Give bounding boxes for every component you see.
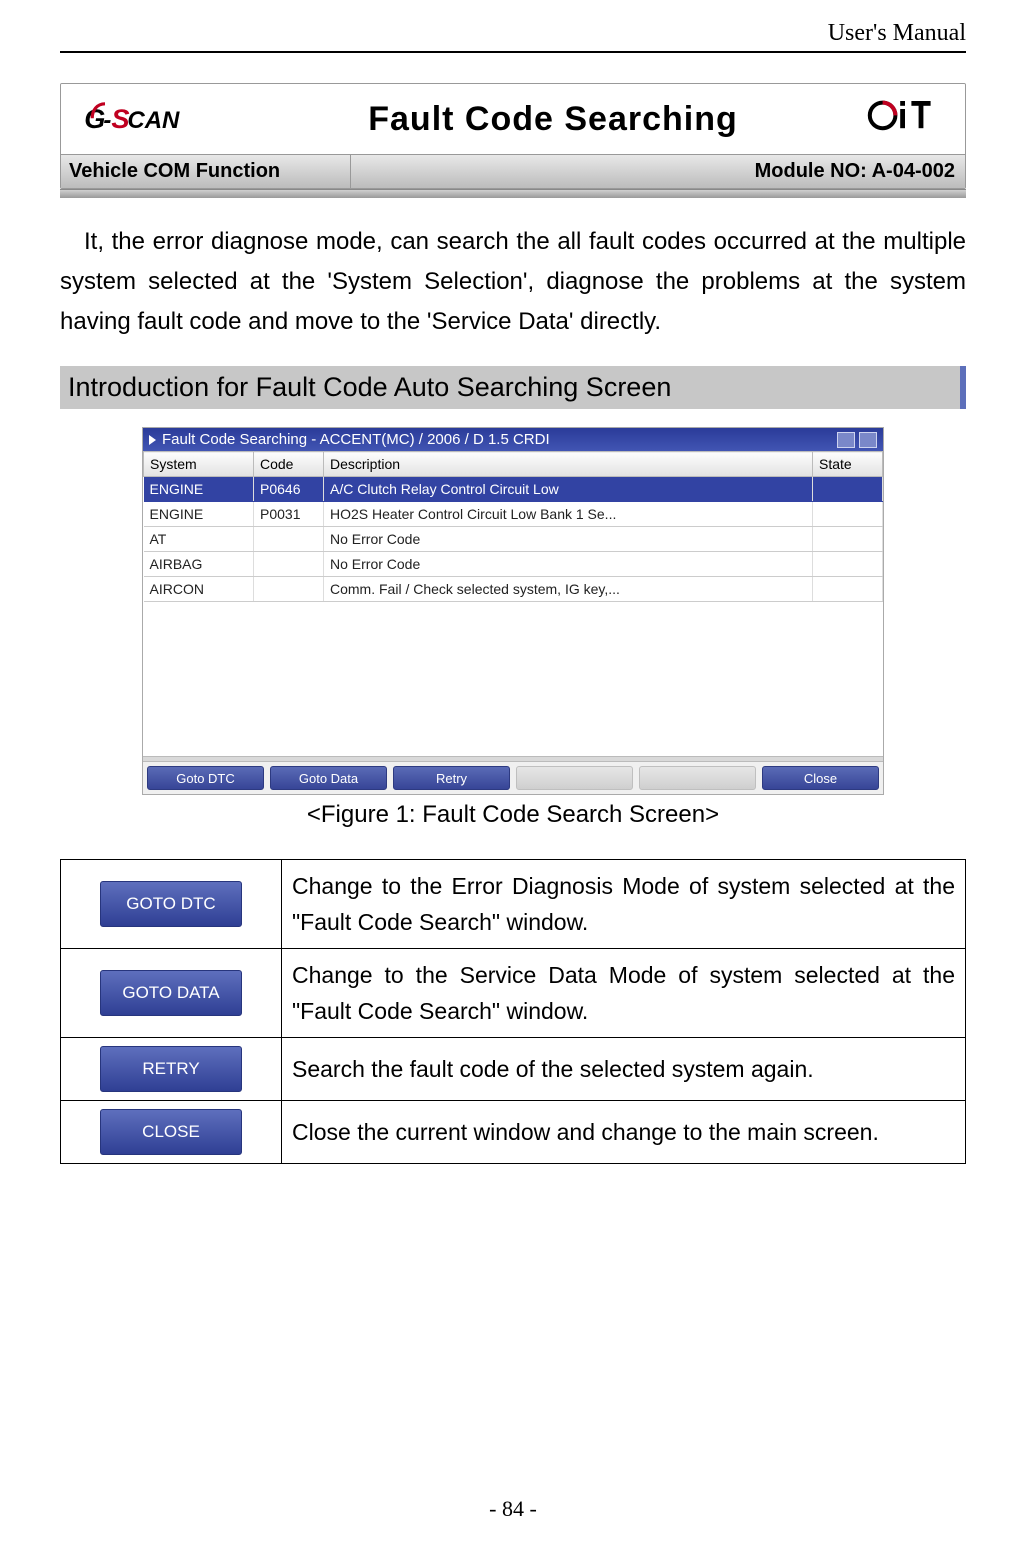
retry-button[interactable]: Retry — [393, 766, 510, 790]
cell-state — [813, 552, 883, 577]
disabled-button — [639, 766, 756, 790]
close-button[interactable]: Close — [762, 766, 879, 790]
desc-text: Change to the Error Diagnosis Mode of sy… — [282, 860, 966, 949]
gscan-logo: G - S CAN — [61, 99, 261, 139]
desc-text: Close the current window and change to t… — [282, 1101, 966, 1164]
cell-system: AIRCON — [144, 577, 254, 602]
col-description[interactable]: Description — [324, 452, 813, 477]
table-row[interactable]: AIRBAG No Error Code — [144, 552, 883, 577]
title-banner: G - S CAN Fault Code Searching — [60, 83, 966, 189]
screenshot-window-title: Fault Code Searching - ACCENT(MC) / 2006… — [162, 431, 550, 448]
goto-dtc-pill: GOTO DTC — [100, 881, 242, 927]
cell-desc: No Error Code — [324, 527, 813, 552]
page-title: Fault Code Searching — [261, 100, 845, 139]
cell-desc: HO2S Heater Control Circuit Low Bank 1 S… — [324, 502, 813, 527]
cell-system: ENGINE — [144, 477, 254, 502]
banner-subtitle-left: Vehicle COM Function — [61, 154, 351, 188]
desc-text: Change to the Service Data Mode of syste… — [282, 949, 966, 1038]
table-row[interactable]: ENGINE P0031 HO2S Heater Control Circuit… — [144, 502, 883, 527]
svg-text:CAN: CAN — [127, 107, 180, 134]
goto-data-pill: GOTO DATA — [100, 970, 242, 1016]
cell-code: P0646 — [254, 477, 324, 502]
retry-pill: RETRY — [100, 1046, 242, 1092]
col-state[interactable]: State — [813, 452, 883, 477]
cell-system: AT — [144, 527, 254, 552]
cell-state — [813, 577, 883, 602]
close-pill: CLOSE — [100, 1109, 242, 1155]
goto-dtc-button[interactable]: Goto DTC — [147, 766, 264, 790]
banner-underline — [60, 189, 966, 198]
intro-paragraph: It, the error diagnose mode, can search … — [60, 222, 966, 342]
git-logo — [845, 93, 965, 146]
goto-data-button[interactable]: Goto Data — [270, 766, 387, 790]
cell-code — [254, 552, 324, 577]
section-header: Introduction for Fault Code Auto Searchi… — [60, 366, 966, 409]
cell-desc: No Error Code — [324, 552, 813, 577]
fault-code-table: System Code Description State ENGINE P06… — [143, 451, 883, 756]
cell-code — [254, 527, 324, 552]
col-code[interactable]: Code — [254, 452, 324, 477]
button-description-table: GOTO DTC Change to the Error Diagnosis M… — [60, 859, 966, 1164]
cell-code: P0031 — [254, 502, 324, 527]
cell-desc: A/C Clutch Relay Control Circuit Low — [324, 477, 813, 502]
triangle-icon — [149, 435, 156, 445]
desc-text: Search the fault code of the selected sy… — [282, 1038, 966, 1101]
table-row[interactable]: AIRCON Comm. Fail / Check selected syste… — [144, 577, 883, 602]
screenshot-button-bar: Goto DTC Goto Data Retry Close — [143, 762, 883, 794]
disabled-button — [516, 766, 633, 790]
cell-state — [813, 477, 883, 502]
titlebar-home-icon[interactable] — [837, 432, 855, 448]
cell-system: ENGINE — [144, 502, 254, 527]
cell-code — [254, 577, 324, 602]
cell-state — [813, 527, 883, 552]
svg-text:-: - — [103, 107, 111, 134]
table-row[interactable]: AT No Error Code — [144, 527, 883, 552]
col-system[interactable]: System — [144, 452, 254, 477]
cell-system: AIRBAG — [144, 552, 254, 577]
page-number: - 84 - — [0, 1496, 1026, 1522]
cell-desc: Comm. Fail / Check selected system, IG k… — [324, 577, 813, 602]
banner-subtitle-right: Module NO: A-04-002 — [351, 154, 965, 188]
titlebar-settings-icon[interactable] — [859, 432, 877, 448]
figure-caption: <Figure 1: Fault Code Search Screen> — [60, 801, 966, 829]
cell-state — [813, 502, 883, 527]
table-row[interactable]: ENGINE P0646 A/C Clutch Relay Control Ci… — [144, 477, 883, 502]
fault-code-screenshot: Fault Code Searching - ACCENT(MC) / 2006… — [142, 427, 884, 795]
screenshot-titlebar: Fault Code Searching - ACCENT(MC) / 2006… — [143, 428, 883, 451]
manual-header: User's Manual — [60, 20, 966, 53]
